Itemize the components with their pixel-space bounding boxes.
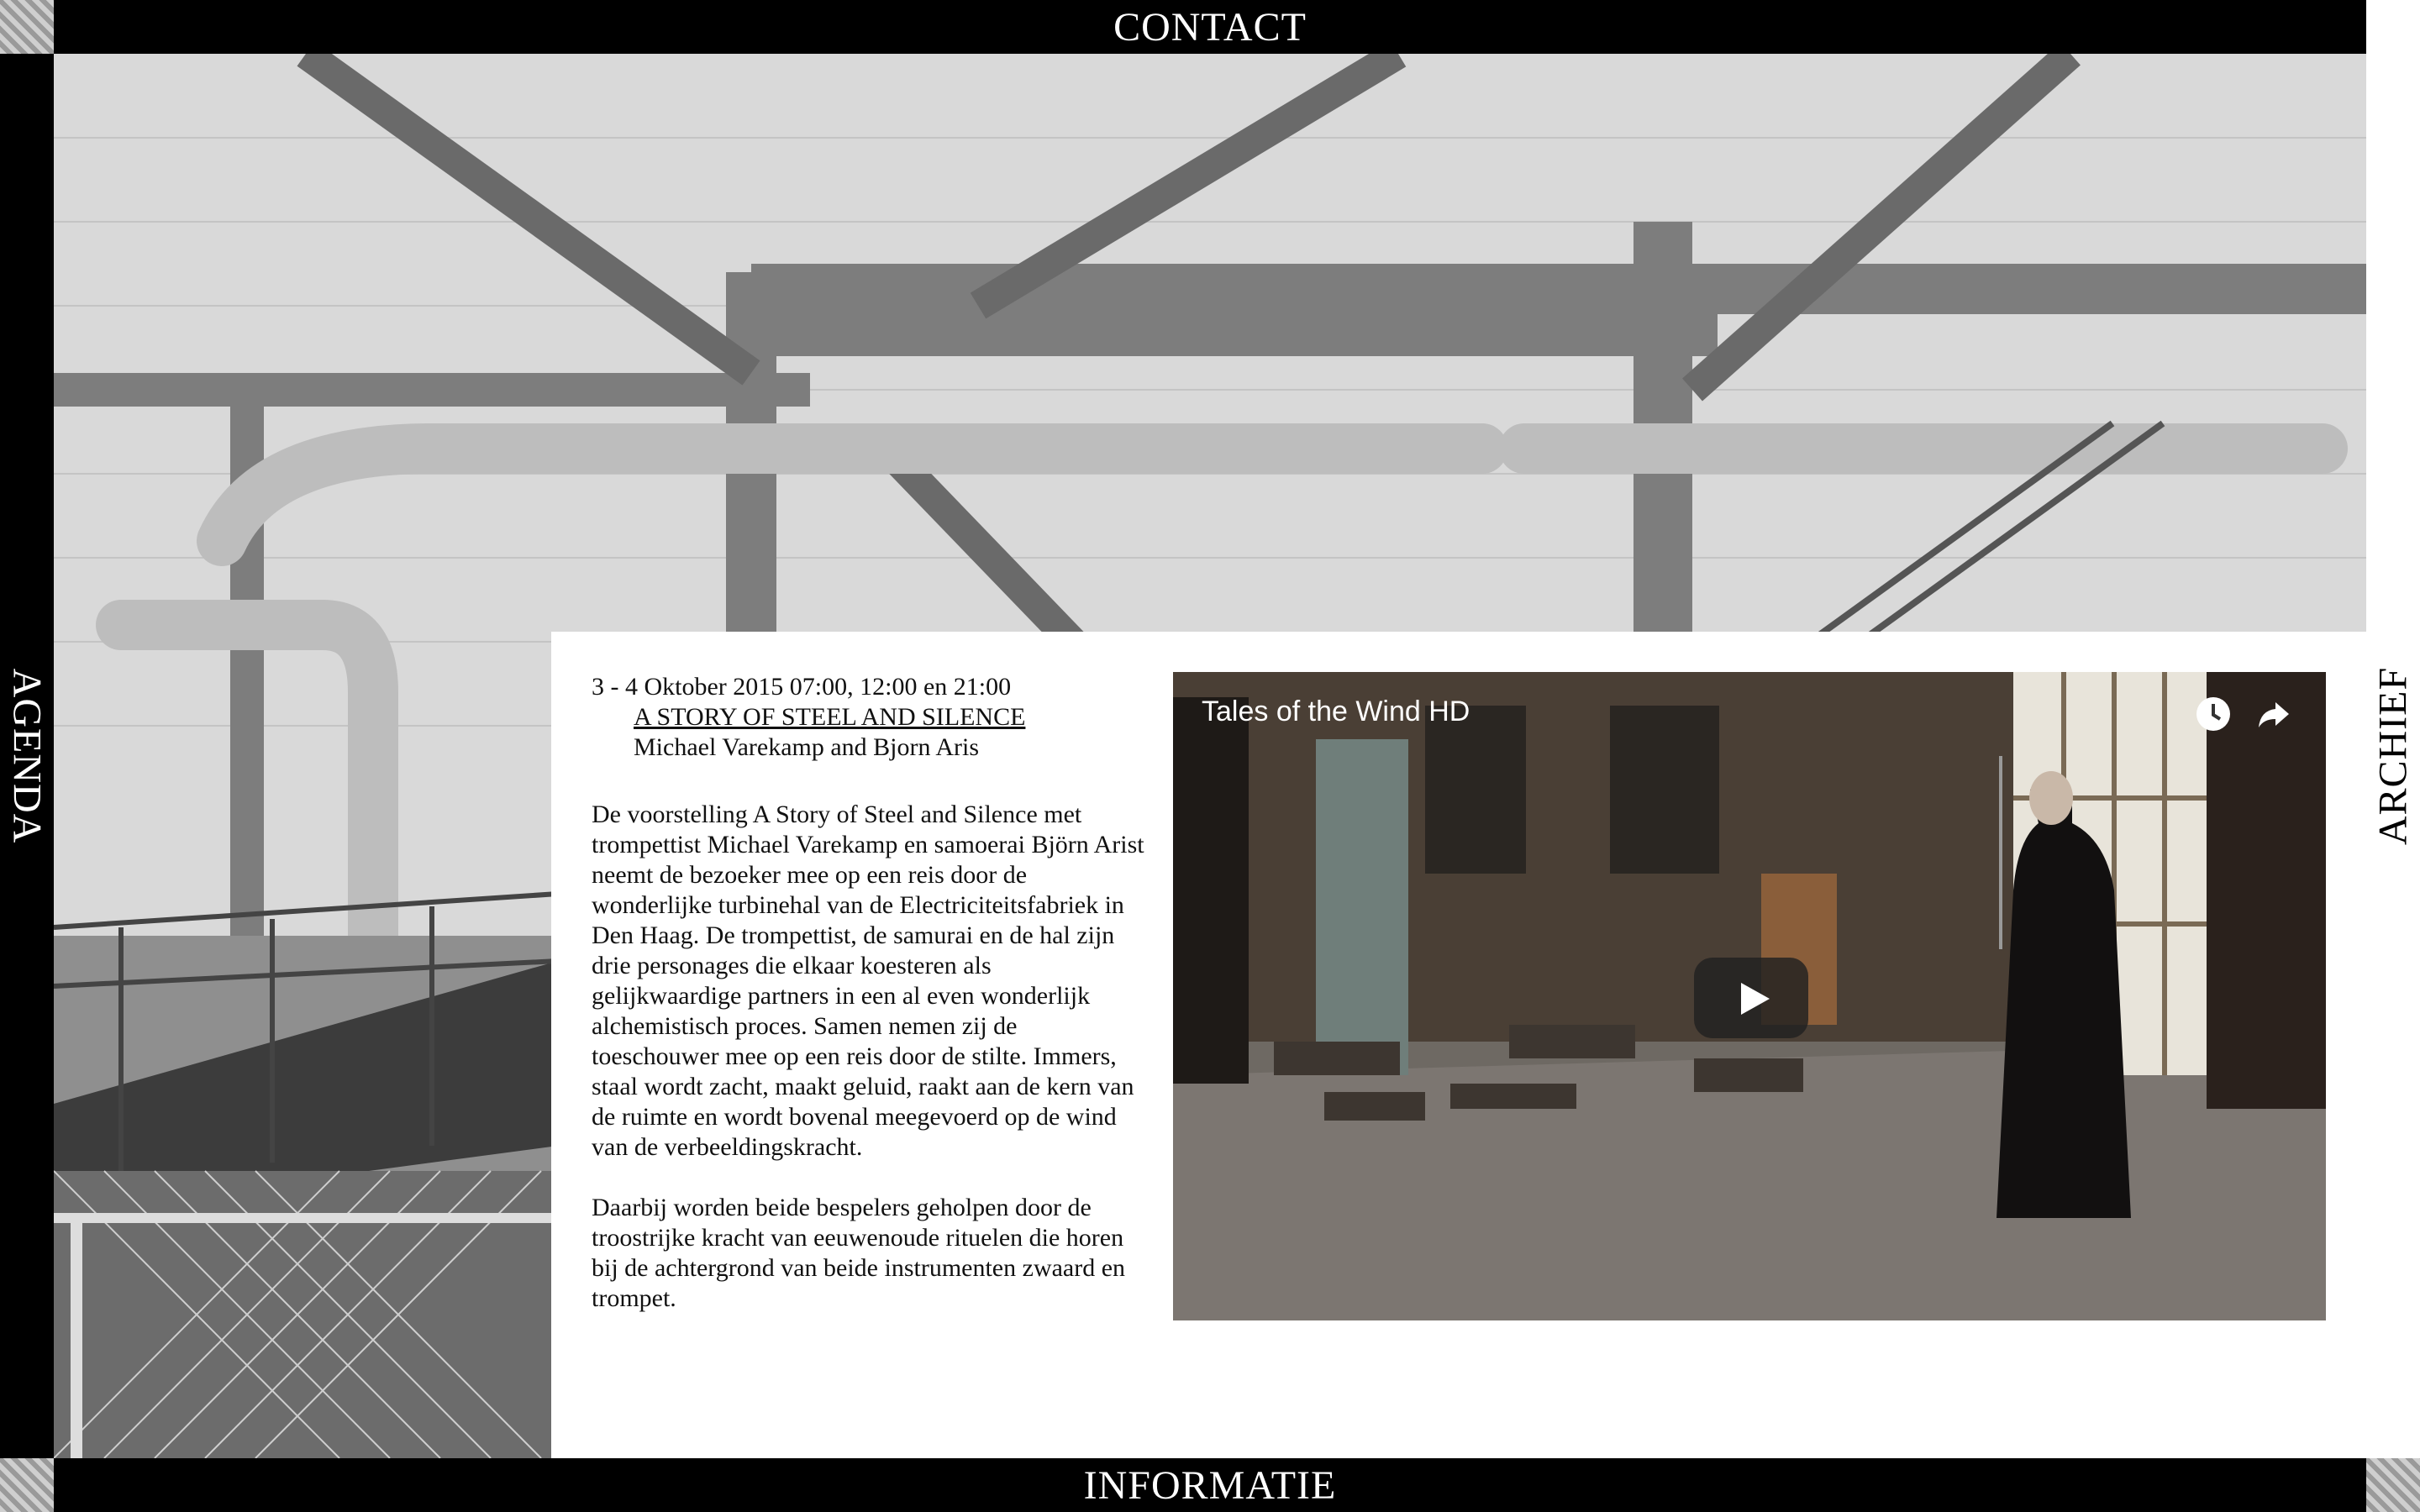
corner-decoration [2366,0,2420,54]
event-date: 3 - 4 Oktober 2015 07:00, 12:00 en 21:00 [592,673,1012,701]
bottom-nav-bar: INFORMATIE [54,1458,2366,1512]
top-nav-bar: CONTACT [54,0,2366,54]
clock-icon[interactable] [2193,694,2233,734]
event-title-link[interactable]: A STORY OF STEEL AND SILENCE [634,702,1146,732]
nav-contact-link[interactable]: CONTACT [1113,4,1307,50]
share-icon[interactable] [2254,694,2294,734]
nav-agenda-link[interactable]: AGENDA [4,669,50,844]
video-player[interactable]: Tales of the Wind HD [1173,672,2326,1320]
nav-archief-link[interactable]: ARCHIEF [2370,667,2417,845]
corner-decoration [2366,1458,2420,1512]
event-details: 3 - 4 Oktober 2015 07:00, 12:00 en 21:00… [592,672,1146,1314]
nav-informatie-link[interactable]: INFORMATIE [1084,1462,1337,1509]
event-description: De voorstelling A Story of Steel and Sil… [592,801,1144,1161]
play-icon[interactable] [1694,958,1808,1038]
event-description-continued: Daarbij worden beide bespelers geholpen … [592,1194,1126,1312]
corner-decoration [0,1458,54,1512]
video-title[interactable]: Tales of the Wind HD [1202,696,1470,728]
corner-decoration [0,0,54,54]
event-panel: 3 - 4 Oktober 2015 07:00, 12:00 en 21:00… [551,632,2366,1458]
event-artists: Michael Varekamp and Bjorn Aris [634,733,980,761]
